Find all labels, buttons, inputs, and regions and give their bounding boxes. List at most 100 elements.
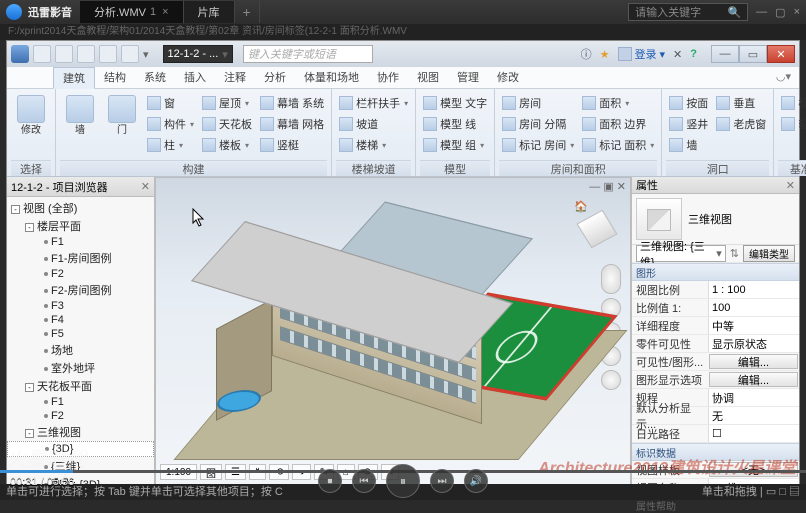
btn-dormer[interactable]: 老虎窗 — [713, 114, 769, 134]
prop-value[interactable]: 100 — [708, 299, 799, 316]
steering-wheel[interactable] — [601, 264, 621, 294]
viewcube-cube[interactable] — [577, 210, 618, 249]
btn-railing[interactable]: 栏杆扶手▾ — [336, 93, 411, 113]
ribbon-tab-2[interactable]: 系统 — [135, 67, 175, 89]
btn-window[interactable]: 窗 — [144, 93, 197, 113]
btn-curtain-system[interactable]: 幕墙 系统 — [257, 93, 327, 113]
btn-tag-area[interactable]: 标记 面积▾ — [579, 135, 657, 155]
login-link[interactable]: 登录 ▾ — [618, 46, 666, 62]
btn-door[interactable]: 门 — [102, 91, 142, 160]
browser-header[interactable]: 12-1-2 - 项目浏览器 ✕ — [7, 177, 154, 197]
btn-ramp[interactable]: 坡道 — [336, 114, 411, 134]
vp-status-7[interactable]: ⌂ — [337, 464, 355, 480]
viewcube[interactable]: 🏠 — [574, 206, 624, 256]
tree-node-9[interactable]: 场地 — [7, 341, 154, 359]
btn-floor[interactable]: 楼板▾ — [199, 135, 255, 155]
ribbon-tab-3[interactable]: 插入 — [175, 67, 215, 89]
tree-node-3[interactable]: F1-房间图例 — [7, 249, 154, 267]
prop-value[interactable]: 编辑... — [709, 372, 798, 387]
home-icon[interactable]: 🏠 — [574, 200, 586, 212]
btn-mullion[interactable]: 竖梃 — [257, 135, 327, 155]
vp-status-6[interactable]: ✎ — [314, 464, 334, 480]
ribbon-tab-1[interactable]: 结构 — [95, 67, 135, 89]
properties-header[interactable]: 属性 ✕ — [632, 177, 799, 194]
btn-roof[interactable]: 屋顶▾ — [199, 93, 255, 113]
ribbon-tab-6[interactable]: 体量和场地 — [295, 67, 368, 89]
exchange-icon[interactable]: ✕ — [673, 48, 682, 61]
doc-switcher[interactable]: 12-1-2 - ... ▾ — [163, 45, 233, 63]
btn-level[interactable]: 标高 — [778, 93, 806, 113]
revit-search[interactable]: 键入关键字或短语 — [243, 45, 373, 63]
tree-node-6[interactable]: F3 — [7, 299, 154, 313]
tree-node-7[interactable]: F4 — [7, 313, 154, 327]
player-search[interactable]: 请输入关键字 🔍 — [628, 3, 748, 21]
instance-selector[interactable]: 三维视图: {三维} ▾ — [636, 245, 726, 262]
ribbon-tab-5[interactable]: 分析 — [255, 67, 295, 89]
btn-model-text[interactable]: 模型 文字 — [420, 93, 490, 113]
ribbon-tab-8[interactable]: 视图 — [408, 67, 448, 89]
prop-value[interactable]: 无 — [708, 407, 799, 424]
tree-node-0[interactable]: -视图 (全部) — [7, 199, 154, 217]
prop-value[interactable]: ☐ — [708, 425, 799, 442]
vp-status-0[interactable]: 1:100 — [160, 464, 197, 480]
tree-node-14[interactable]: -三维视图 — [7, 423, 154, 441]
vp-status-3[interactable]: ᔿ — [249, 464, 266, 480]
tree-node-11[interactable]: -天花板平面 — [7, 377, 154, 395]
info-icon[interactable]: ⓘ — [581, 46, 592, 62]
tree-node-2[interactable]: F1 — [7, 235, 154, 249]
viewport-window-buttons[interactable]: — ▣ ✕ — [589, 180, 626, 193]
revit-close[interactable]: ✕ — [767, 45, 795, 63]
tree-node-10[interactable]: 室外地坪 — [7, 359, 154, 377]
help-icon[interactable]: ? — [690, 48, 697, 60]
ribbon-tab-10[interactable]: 修改 — [488, 67, 528, 89]
viewport-3d[interactable]: — ▣ ✕ 🏠 — [155, 177, 631, 485]
player-tab-0[interactable]: 分析.WMV 1 × — [80, 1, 184, 23]
vp-status-9[interactable]: < — [381, 464, 399, 480]
lookaround-icon[interactable] — [601, 370, 621, 390]
prop-value[interactable]: 中等 — [708, 317, 799, 334]
revit-restore[interactable]: ▭ — [739, 45, 767, 63]
tree-node-5[interactable]: F2-房间图例 — [7, 281, 154, 299]
player-min[interactable]: — — [756, 6, 767, 19]
ribbon-collapse-icon[interactable]: ◡▾ — [768, 67, 799, 88]
prop-value[interactable]: 显示原状态 — [708, 335, 799, 352]
prop-group-0[interactable]: 图形 — [632, 263, 799, 281]
qat-redo[interactable] — [99, 45, 117, 63]
player-tab-add[interactable]: + — [235, 1, 260, 23]
edit-type-button[interactable]: 编辑类型 — [743, 245, 795, 262]
btn-modify[interactable]: 修改 — [11, 91, 51, 160]
vp-status-5[interactable]: ◑ — [292, 464, 310, 480]
vp-status-1[interactable]: 图 — [200, 464, 222, 480]
btn-byface[interactable]: 按面 — [666, 93, 711, 113]
tree-node-8[interactable]: F5 — [7, 327, 154, 341]
player-tab-1[interactable]: 片库 — [184, 1, 235, 23]
ribbon-tab-0[interactable]: 建筑 — [53, 67, 95, 89]
btn-room-sep[interactable]: 房间 分隔 — [499, 114, 577, 134]
btn-model-group[interactable]: 模型 组▾ — [420, 135, 490, 155]
prop-value[interactable]: 协调 — [708, 389, 799, 406]
qat-undo[interactable] — [77, 45, 95, 63]
vp-status-4[interactable]: ⟲ — [269, 464, 289, 480]
btn-curtain-grid[interactable]: 幕墙 网格 — [257, 114, 327, 134]
star-icon[interactable]: ★ — [600, 48, 610, 61]
player-tab-0-close[interactable]: × — [162, 6, 168, 18]
prop-value[interactable]: 1 : 100 — [708, 281, 799, 298]
btn-wall-opening[interactable]: 墙 — [666, 135, 711, 155]
btn-area[interactable]: 面积▾ — [579, 93, 657, 113]
player-close[interactable]: × — [794, 6, 800, 19]
btn-model-line[interactable]: 模型 线 — [420, 114, 490, 134]
prop-value[interactable]: 编辑... — [709, 354, 798, 369]
btn-component[interactable]: 构件▾ — [144, 114, 197, 134]
btn-tag-room[interactable]: 标记 房间▾ — [499, 135, 577, 155]
ribbon-tab-9[interactable]: 管理 — [448, 67, 488, 89]
btn-room[interactable]: 房间 — [499, 93, 577, 113]
qat-print[interactable] — [121, 45, 139, 63]
app-menu-button[interactable] — [11, 45, 29, 63]
player-max[interactable]: ▢ — [775, 6, 785, 19]
revit-min[interactable]: — — [711, 45, 739, 63]
btn-ceiling[interactable]: 天花板 — [199, 114, 255, 134]
ribbon-tab-7[interactable]: 协作 — [368, 67, 408, 89]
vp-status-2[interactable]: ☰ — [225, 464, 246, 480]
btn-grid[interactable]: 轴网 — [778, 114, 806, 134]
ribbon-tab-4[interactable]: 注释 — [215, 67, 255, 89]
